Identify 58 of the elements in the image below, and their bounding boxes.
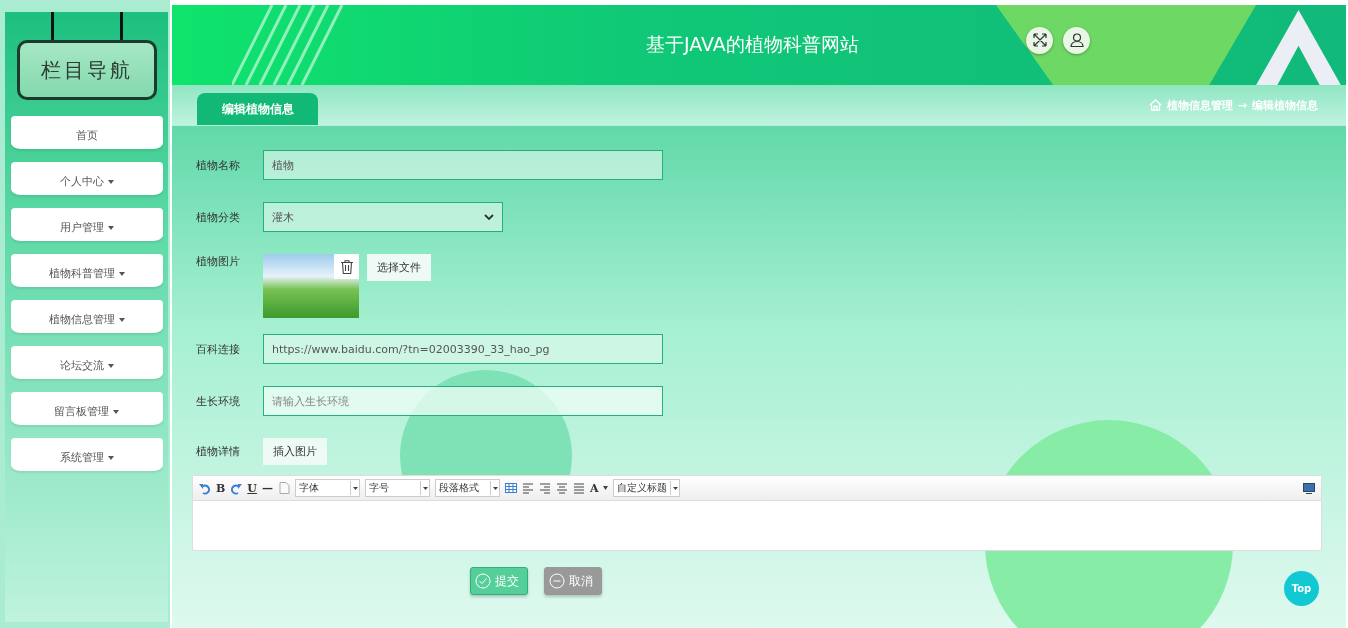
toolbar-select[interactable]: 段落格式: [434, 479, 500, 497]
select-value: 段落格式: [438, 481, 480, 495]
trash-icon: [340, 259, 353, 274]
caret-icon: [603, 486, 609, 490]
font-color-button[interactable]: A: [589, 481, 599, 495]
toolbar-select[interactable]: 字体: [294, 479, 360, 497]
align-left-icon[interactable]: [521, 481, 534, 495]
select-value: 字号: [368, 481, 390, 495]
minus-circle-icon: [549, 573, 565, 589]
input-field[interactable]: https://www.baidu.com/?tn=02003390_33_hao_pg: [263, 334, 663, 364]
sidebar-title: 栏目导航: [16, 40, 157, 100]
field-label: 植物详情: [196, 444, 241, 459]
site-title: 基于JAVA的植物科普网站: [646, 32, 860, 57]
check-circle-icon: [475, 573, 491, 589]
insert-image-button[interactable]: 插入图片: [263, 438, 327, 465]
fullscreen-icon: [1032, 33, 1047, 47]
caret-icon: [349, 481, 359, 495]
select-value: 字体: [298, 481, 320, 495]
align-right-icon[interactable]: [538, 481, 551, 495]
justify-icon[interactable]: [572, 481, 585, 495]
caret-icon: [489, 481, 499, 495]
table-icon[interactable]: [504, 481, 517, 495]
monitor-icon[interactable]: [1303, 482, 1315, 494]
sidebar-item[interactable]: 系统管理: [10, 438, 163, 471]
field-label: 植物图片: [196, 254, 241, 269]
sidebar-item[interactable]: 留言板管理: [10, 392, 163, 425]
toolbar-glyph[interactable]: —: [261, 481, 273, 495]
toolbar-select[interactable]: 自定义标题: [613, 479, 681, 497]
person-icon: [1069, 33, 1084, 47]
caret-icon: [419, 481, 429, 495]
undo-icon[interactable]: [199, 481, 211, 495]
sidebar-item[interactable]: 个人中心: [10, 162, 163, 195]
toolbar-select[interactable]: 字号: [364, 479, 430, 497]
select-field[interactable]: 灌木: [263, 202, 503, 232]
caret-icon: [670, 481, 680, 495]
redo-icon[interactable]: [230, 481, 243, 495]
document-icon[interactable]: [277, 481, 290, 495]
field-label: 植物分类: [196, 209, 241, 225]
field-label: 生长环境: [196, 393, 241, 409]
input-field[interactable]: 植物: [263, 150, 663, 180]
sidebar-item[interactable]: 首页: [10, 116, 163, 149]
field-label: 植物名称: [196, 157, 241, 173]
sidebar-item[interactable]: 植物科普管理: [10, 254, 163, 287]
sidebar-item[interactable]: 植物信息管理: [10, 300, 163, 333]
field-label: 百科连接: [196, 341, 241, 357]
rich-text-editor[interactable]: B U — 字体 字号 段落格式 A 自定义标题: [192, 475, 1322, 551]
breadcrumb-separator: →: [1237, 98, 1247, 112]
sidebar-item[interactable]: 论坛交流: [10, 346, 163, 379]
toolbar-glyph[interactable]: B: [216, 481, 226, 495]
align-center-icon[interactable]: [555, 481, 568, 495]
input-field[interactable]: 请输入生长环境: [263, 386, 663, 416]
sidebar-item[interactable]: 用户管理: [10, 208, 163, 241]
choose-file-button[interactable]: 选择文件: [367, 254, 431, 281]
chevron-down-icon: [484, 214, 494, 220]
select-value: 灌木: [272, 209, 294, 225]
select-value: 自定义标题: [617, 481, 668, 495]
toolbar-glyph[interactable]: U: [247, 481, 257, 495]
delete-button[interactable]: [334, 254, 359, 279]
